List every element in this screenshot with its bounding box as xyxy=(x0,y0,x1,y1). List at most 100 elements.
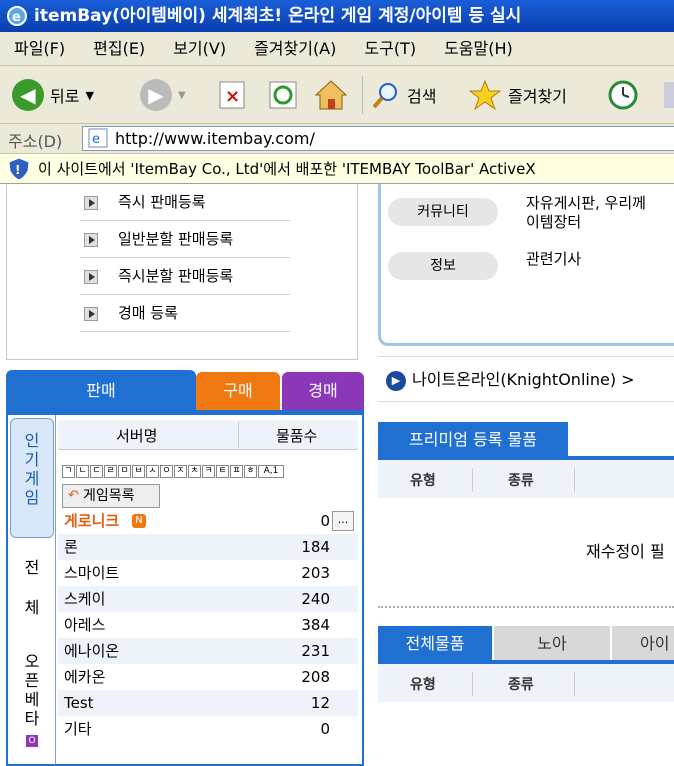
menu-favorites[interactable]: 즐겨찾기(A) xyxy=(254,39,336,58)
arrow-bullet-icon xyxy=(84,196,98,210)
table-row[interactable]: 스마이트 203 xyxy=(58,560,358,586)
address-input[interactable]: e http://www.itembay.com/ xyxy=(82,126,674,151)
shield-icon: ! xyxy=(8,157,30,181)
dropdown-arrow-icon: ▼ xyxy=(178,89,186,101)
game-list-button[interactable]: ↶ 게임목록 xyxy=(62,484,160,508)
col-divider xyxy=(472,468,473,492)
consonant-filter[interactable]: ㅇ xyxy=(160,465,173,478)
favorites-button[interactable]: 즐겨찾기 xyxy=(468,76,567,114)
table-row[interactable]: 에나이온 231 xyxy=(58,638,358,664)
address-url: http://www.itembay.com/ xyxy=(115,129,315,148)
mail-button[interactable] xyxy=(664,76,674,114)
news-link[interactable]: 관련기사 xyxy=(526,248,581,269)
home-button[interactable] xyxy=(314,76,348,114)
consonant-filter[interactable]: ㄹ xyxy=(104,465,117,478)
item-count: 231 xyxy=(301,642,330,660)
arrow-bullet-icon xyxy=(84,233,98,247)
consonant-filter[interactable]: ㄷ xyxy=(90,465,103,478)
server-name: 에카온 xyxy=(64,668,106,686)
menu-tools[interactable]: 도구(T) xyxy=(364,39,416,58)
col-divider xyxy=(472,672,473,696)
side-tab-openbeta[interactable]: 오픈베타 O xyxy=(10,652,54,752)
refresh-button[interactable] xyxy=(268,76,298,114)
consonant-filter[interactable]: ㅋ xyxy=(202,465,215,478)
featured-game-count: 0 xyxy=(320,512,330,530)
reg-link-instant-split-sale[interactable]: 즉시분할 판매등록 xyxy=(80,258,290,295)
col-kind: 종류 xyxy=(508,473,534,489)
side-tab-openbeta-label: 오픈베타 xyxy=(24,652,40,728)
new-badge: N xyxy=(132,514,146,528)
table-row[interactable]: 아레스 384 xyxy=(58,612,358,638)
page-icon: e xyxy=(88,128,108,148)
tab-noa[interactable]: 노아 xyxy=(494,626,610,662)
menu-view[interactable]: 보기(V) xyxy=(173,39,226,58)
side-tab-popular[interactable]: 인기게임 xyxy=(10,418,54,538)
consonant-filter[interactable]: ㅌ xyxy=(216,465,229,478)
col-divider xyxy=(574,672,575,696)
consonant-filter[interactable]: ㅁ xyxy=(118,465,131,478)
reg-link-auction[interactable]: 경매 등록 xyxy=(80,295,290,332)
item-count: 384 xyxy=(301,616,330,634)
menu-help[interactable]: 도움말(H) xyxy=(444,39,513,58)
server-name: 기타 xyxy=(64,720,92,738)
svg-text:e: e xyxy=(12,10,21,25)
server-name: Test xyxy=(64,694,94,712)
premium-empty-message: 재수정이 필 xyxy=(586,542,665,561)
forward-button[interactable]: ▶ ▼ xyxy=(140,76,186,114)
info-label: 정보 xyxy=(388,252,498,280)
breadcrumb[interactable]: ▶ 나이트온라인(KnightOnline) > xyxy=(378,356,674,402)
info-bar-text: 이 사이트에서 'ItemBay Co., Ltd'에서 배포한 'ITEMBA… xyxy=(38,160,536,178)
consonant-filter[interactable]: A,1 xyxy=(258,465,284,478)
refresh-icon xyxy=(269,81,297,109)
tab-auction[interactable]: 경매 xyxy=(282,372,364,410)
game-table-header: 서버명 물품수 xyxy=(58,420,358,450)
toolbar: ◀ 뒤로 ▼ ▶ ▼ × 검색 즐겨찾기 xyxy=(0,66,674,124)
menu-file[interactable]: 파일(F) xyxy=(14,39,65,58)
reg-link-label: 즉시 판매등록 xyxy=(118,193,206,211)
consonant-filter[interactable]: ㅎ xyxy=(244,465,257,478)
consonant-filter[interactable]: ㅊ xyxy=(188,465,201,478)
item-count: 208 xyxy=(301,668,330,686)
window-title: itemBay(아이템베이) 세계최초! 온라인 게임 계정/아이템 등 실시 xyxy=(34,6,522,26)
reg-link-label: 즉시분할 판매등록 xyxy=(118,267,234,285)
table-row[interactable]: 스케이 240 xyxy=(58,586,358,612)
chevron-right-icon: ▶ xyxy=(386,371,406,391)
table-row[interactable]: 기타 0 xyxy=(58,716,358,742)
table-row[interactable]: 에카온 208 xyxy=(58,664,358,690)
arrow-bullet-icon xyxy=(84,270,98,284)
col-server: 서버명 xyxy=(116,427,158,445)
menu-edit[interactable]: 편집(E) xyxy=(93,39,145,58)
reg-link-split-sale[interactable]: 일반분할 판매등록 xyxy=(80,221,290,258)
consonant-filter[interactable]: ㅂ xyxy=(132,465,145,478)
col-divider xyxy=(574,468,575,492)
featured-game-row[interactable]: 게로니크 N 0 ... xyxy=(58,508,358,534)
col-type: 유형 xyxy=(410,473,436,489)
consonant-filter[interactable]: ㅈ xyxy=(174,465,187,478)
tab-buy[interactable]: 구매 xyxy=(196,372,280,410)
table-row[interactable]: Test 12 xyxy=(58,690,358,716)
tab-all-items[interactable]: 전체물품 xyxy=(378,626,492,662)
more-button[interactable]: ... xyxy=(332,511,354,531)
server-name: 론 xyxy=(64,538,78,556)
community-label: 커뮤니티 xyxy=(388,198,498,226)
side-tab-popular-label: 인기게임 xyxy=(24,431,40,507)
tab-sell[interactable]: 판매 xyxy=(6,370,196,412)
consonant-filter[interactable]: ㅍ xyxy=(230,465,243,478)
table-row[interactable]: 론 184 xyxy=(58,534,358,560)
tab-aio[interactable]: 아이 xyxy=(612,626,674,662)
stop-button[interactable]: × xyxy=(218,76,246,114)
premium-tab[interactable]: 프리미엄 등록 물품 xyxy=(378,422,568,458)
history-button[interactable] xyxy=(606,76,640,114)
consonant-filter[interactable]: ㄱ xyxy=(62,465,75,478)
consonant-filter[interactable]: ㄴ xyxy=(76,465,89,478)
community-links[interactable]: 자유게시판, 우리께 이템장터 xyxy=(526,194,646,232)
consonant-index: ㄱㄴㄷㄹㅁㅂㅅㅇㅈㅊㅋㅌㅍㅎ A,1 xyxy=(62,458,358,478)
side-tab-all[interactable]: 전체 xyxy=(10,548,54,638)
side-divider xyxy=(55,415,56,765)
back-button[interactable]: ◀ 뒤로 ▼ xyxy=(12,76,94,114)
reg-link-instant-sale[interactable]: 즉시 판매등록 xyxy=(80,184,290,221)
search-button[interactable]: 검색 xyxy=(362,76,436,114)
consonant-filter[interactable]: ㅅ xyxy=(146,465,159,478)
info-bar[interactable]: ! 이 사이트에서 'ItemBay Co., Ltd'에서 배포한 'ITEM… xyxy=(0,154,674,184)
side-tab-all-label-2: 체 xyxy=(24,598,40,617)
